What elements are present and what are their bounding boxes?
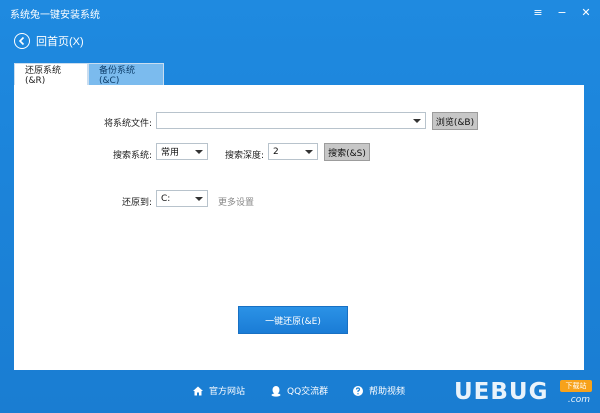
watermark-tag: 下载站 bbox=[560, 380, 592, 392]
search-system-value: 常用 bbox=[161, 148, 180, 158]
close-icon[interactable]: ✕ bbox=[576, 2, 596, 22]
search-button[interactable]: 搜索(&S) bbox=[324, 143, 370, 161]
help-icon bbox=[352, 385, 364, 397]
system-file-dropdown[interactable] bbox=[156, 112, 426, 129]
help-video-label: 帮助视频 bbox=[369, 387, 406, 397]
minimize-icon[interactable]: − bbox=[552, 2, 572, 22]
restore-panel: 将系统文件: 浏览(&B) 搜索系统: 常用 搜索深度: 2 搜索(&S) 还原… bbox=[14, 85, 584, 370]
footer: 官方网站 QQ交流群 帮助视频 UEBUG 下载站 .com bbox=[0, 378, 600, 408]
tab-backup-system[interactable]: 备份系统(&C) bbox=[88, 63, 164, 86]
system-file-label: 将系统文件: bbox=[103, 119, 152, 129]
back-arrow-icon bbox=[14, 33, 30, 49]
tab-bar: 还原系统(&R) 备份系统(&C) bbox=[14, 63, 164, 86]
title-bar: 系统兔一键安装系统 ≡ − ✕ bbox=[0, 0, 600, 26]
watermark-text: UEBUG bbox=[454, 379, 549, 405]
watermark-suffix: .com bbox=[567, 395, 590, 405]
browse-button[interactable]: 浏览(&B) bbox=[432, 112, 478, 130]
restore-to-dropdown[interactable]: C: bbox=[156, 190, 208, 207]
official-site-link[interactable]: 官方网站 bbox=[192, 384, 245, 397]
app-window: 系统兔一键安装系统 ≡ − ✕ 回首页(X) 还原系统(&R) 备份系统(&C)… bbox=[0, 0, 600, 413]
restore-to-value: C: bbox=[161, 193, 171, 204]
chevron-down-icon bbox=[413, 119, 421, 123]
search-system-dropdown[interactable]: 常用 bbox=[156, 143, 208, 160]
menu-icon[interactable]: ≡ bbox=[528, 2, 548, 22]
back-home-link[interactable]: 回首页(X) bbox=[14, 33, 84, 49]
qq-group-label: QQ交流群 bbox=[287, 387, 329, 397]
search-depth-dropdown[interactable]: 2 bbox=[268, 143, 318, 160]
window-controls: ≡ − ✕ bbox=[528, 2, 596, 22]
search-depth-value: 2 bbox=[273, 146, 279, 157]
chevron-down-icon bbox=[195, 197, 203, 201]
back-home-label: 回首页(X) bbox=[36, 36, 84, 48]
home-icon bbox=[192, 385, 204, 397]
qq-icon bbox=[270, 385, 282, 397]
search-system-label: 搜索系统: bbox=[112, 151, 152, 161]
search-depth-label: 搜索深度: bbox=[224, 151, 264, 161]
help-video-link[interactable]: 帮助视频 bbox=[352, 384, 405, 397]
qq-group-link[interactable]: QQ交流群 bbox=[270, 384, 328, 397]
chevron-down-icon bbox=[305, 150, 313, 154]
chevron-down-icon bbox=[195, 150, 203, 154]
one-key-restore-button[interactable]: 一键还原(&E) bbox=[238, 306, 348, 334]
more-settings-link[interactable]: 更多设置 bbox=[218, 195, 254, 208]
uebug-watermark-logo: UEBUG 下载站 .com bbox=[450, 378, 592, 408]
tab-restore-system[interactable]: 还原系统(&R) bbox=[14, 63, 88, 86]
official-site-label: 官方网站 bbox=[209, 387, 246, 397]
app-title: 系统兔一键安装系统 bbox=[10, 10, 100, 21]
restore-to-label: 还原到: bbox=[121, 198, 152, 208]
